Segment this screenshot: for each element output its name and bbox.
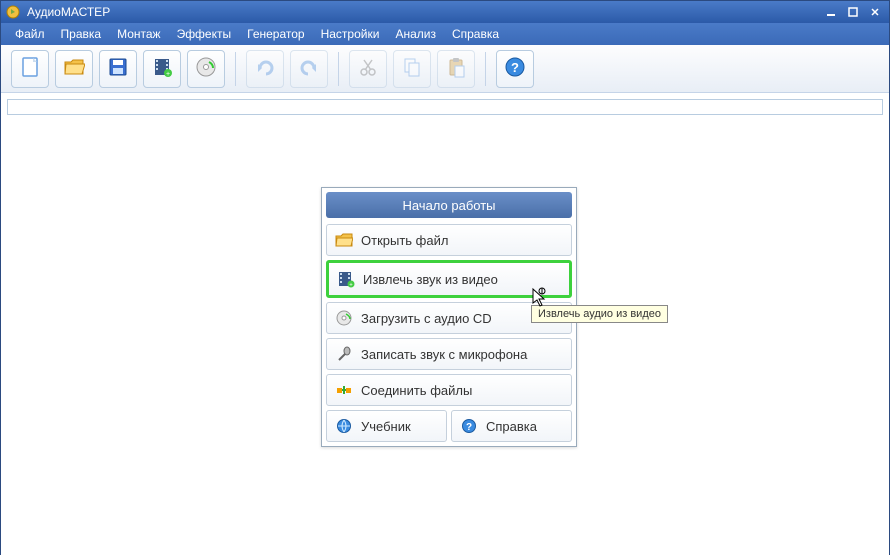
menu-settings[interactable]: Настройки [313,25,388,43]
globe-icon [335,417,353,435]
start-panel-header: Начало работы [326,192,572,218]
minimize-button[interactable] [821,5,841,19]
paste-icon [445,56,467,81]
paste-button [437,50,475,88]
new-file-icon [19,56,41,81]
help-button[interactable]: ? [496,50,534,88]
toolbar: + ? [1,45,889,93]
save-file-button[interactable] [99,50,137,88]
merge-files-action[interactable]: Соединить файлы [326,374,572,406]
toolbar-separator [338,52,339,86]
help-label: Справка [486,419,537,434]
tutorial-action[interactable]: Учебник [326,410,447,442]
open-file-action[interactable]: Открыть файл [326,224,572,256]
toolbar-separator [235,52,236,86]
copy-button [393,50,431,88]
maximize-button[interactable] [843,5,863,19]
redo-button [246,50,284,88]
tutorial-label: Учебник [361,419,411,434]
help-icon: ? [504,56,526,81]
help-small-icon: ? [460,417,478,435]
record-mic-label: Записать звук с микрофона [361,347,527,362]
copy-icon [401,56,423,81]
svg-text:?: ? [466,422,472,433]
load-cd-label: Загрузить с аудио CD [361,311,492,326]
record-mic-action[interactable]: Записать звук с микрофона [326,338,572,370]
undo-button [290,50,328,88]
menu-edit[interactable]: Правка [53,25,110,43]
menu-file[interactable]: Файл [7,25,53,43]
new-file-button[interactable] [11,50,49,88]
app-icon [5,4,21,20]
help-action[interactable]: ? Справка [451,410,572,442]
merge-icon [335,381,353,399]
merge-files-label: Соединить файлы [361,383,472,398]
import-cd-button[interactable] [187,50,225,88]
window-controls [821,5,885,19]
toolbar-separator [485,52,486,86]
folder-open-icon [63,56,85,81]
open-file-button[interactable] [55,50,93,88]
menu-generator[interactable]: Генератор [239,25,312,43]
svg-text:?: ? [511,60,519,75]
titlebar: АудиоМАСТЕР [1,1,889,23]
menu-effects[interactable]: Эффекты [169,25,240,43]
import-video-button[interactable]: + [143,50,181,88]
film-extract-icon: + [337,270,355,288]
film-icon: + [151,56,173,81]
save-icon [107,56,129,81]
menu-help[interactable]: Справка [444,25,507,43]
scissors-icon [357,56,379,81]
extract-audio-label: Извлечь звук из видео [363,272,498,287]
menu-analysis[interactable]: Анализ [387,25,444,43]
cd-load-icon [335,309,353,327]
app-title: АудиоМАСТЕР [27,5,821,19]
main-area: Начало работы Открыть файл + Извлечь зву… [1,121,889,556]
cut-button [349,50,387,88]
menu-montage[interactable]: Монтаж [109,25,169,43]
tooltip: Извлечь аудио из видео [531,305,668,323]
redo-icon [254,56,276,81]
extract-audio-action[interactable]: + Извлечь звук из видео [326,260,572,298]
close-button[interactable] [865,5,885,19]
undo-icon [298,56,320,81]
open-file-label: Открыть файл [361,233,448,248]
microphone-icon [335,345,353,363]
menubar: Файл Правка Монтаж Эффекты Генератор Нас… [1,23,889,45]
svg-text:+: + [166,71,170,78]
cd-icon [195,56,217,81]
svg-text:+: + [349,283,353,289]
folder-icon [335,231,353,249]
timeline-track[interactable] [7,99,883,115]
